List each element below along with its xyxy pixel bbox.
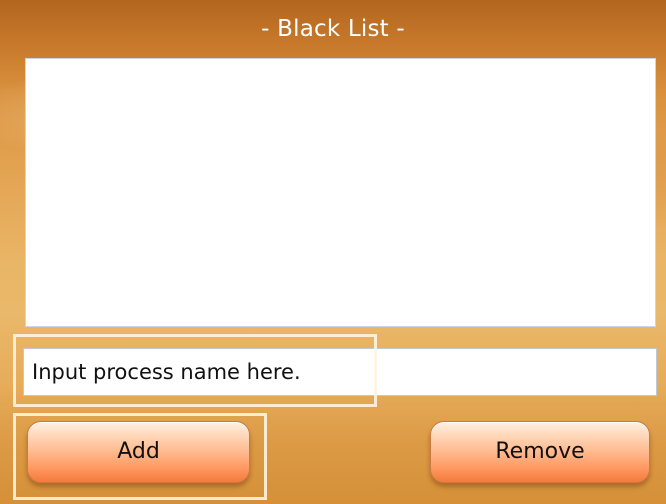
- black-list-panel: - Black List - Add Remove: [0, 0, 666, 504]
- remove-button[interactable]: Remove: [430, 421, 650, 483]
- panel-title: - Black List -: [261, 16, 405, 42]
- process-name-field[interactable]: [23, 348, 657, 396]
- black-list-listbox[interactable]: [25, 58, 656, 327]
- add-button[interactable]: Add: [27, 421, 250, 483]
- process-name-input[interactable]: [24, 349, 656, 395]
